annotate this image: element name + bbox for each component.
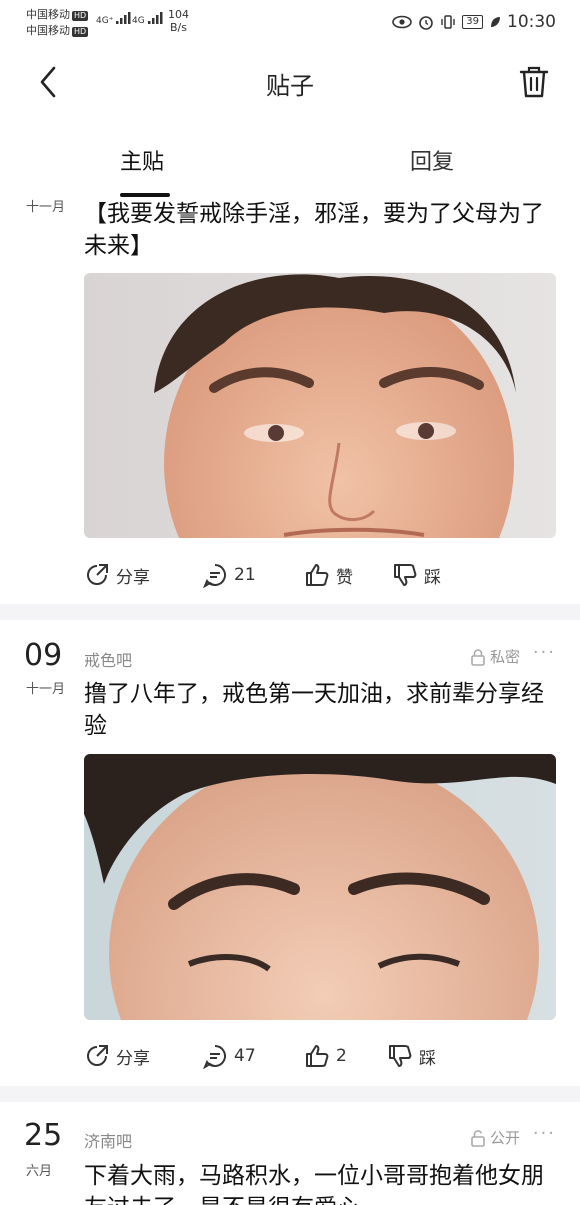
face-photo-image	[84, 754, 556, 1020]
comment-icon	[203, 564, 226, 588]
alarm-icon	[419, 16, 434, 30]
lock-icon	[471, 648, 485, 666]
eye-icon	[392, 15, 413, 29]
comment-count: 21	[234, 565, 256, 585]
comment-count: 47	[234, 1046, 256, 1066]
more-options-button[interactable]: ···	[533, 1123, 556, 1144]
signal-bars-icon	[116, 12, 131, 24]
share-label: 分享	[116, 567, 150, 588]
share-button[interactable]: 分享	[84, 562, 150, 588]
post-item[interactable]: 09 十一月 戒色吧 私密 ··· 撸了八年了，戒色第一天加油，求前辈分享经验 …	[0, 620, 580, 1090]
post-item[interactable]: 十一月 【我要发誓戒除手淫，邪淫，要为了父母为了未来】 分享 21 赞 踩	[0, 196, 580, 606]
face-photo-image	[84, 273, 556, 538]
dislike-label: 踩	[419, 1048, 436, 1069]
thumbs-down-icon	[389, 1045, 412, 1067]
dislike-label: 踩	[424, 567, 441, 588]
post-month: 十一月	[26, 200, 66, 215]
privacy-status[interactable]: 私密	[469, 646, 520, 667]
signal-bars-icon	[147, 12, 163, 24]
tab-reply[interactable]: 回复	[410, 144, 454, 176]
like-button[interactable]: 赞	[304, 562, 353, 588]
signal-2-icon: 4G	[132, 12, 164, 26]
carrier-2: 中国移动 HD	[26, 24, 89, 38]
post-title[interactable]: 下着大雨，马路积水，一位小哥哥抱着他女朋友过去了，是不是很有爱心	[84, 1160, 554, 1205]
hd-badge: HD	[72, 11, 89, 21]
privacy-status[interactable]: 公开	[469, 1127, 520, 1148]
vibrate-icon	[441, 15, 455, 29]
dislike-button[interactable]: 踩	[392, 562, 441, 588]
post-actions: 分享 21 赞 踩	[84, 562, 556, 592]
share-button[interactable]: 分享	[84, 1043, 150, 1069]
privacy-label: 私密	[489, 648, 520, 666]
network-speed: 104 B/s	[168, 8, 189, 34]
title-bar: 贴子	[0, 50, 580, 114]
thumbs-up-icon	[306, 1045, 329, 1067]
unlock-icon	[471, 1129, 485, 1147]
share-icon	[87, 564, 108, 585]
clock: 10:30	[507, 12, 556, 32]
comment-button[interactable]: 47	[202, 1043, 256, 1069]
leaf-icon	[491, 17, 500, 27]
share-icon	[87, 1045, 108, 1066]
tab-main-post[interactable]: 主贴	[120, 144, 164, 176]
comment-icon	[203, 1045, 226, 1069]
status-right: 39 10:30	[392, 12, 556, 32]
divider	[0, 1086, 580, 1102]
post-photo[interactable]	[84, 273, 556, 538]
post-photo[interactable]	[84, 754, 556, 1020]
post-item[interactable]: 25 六月 济南吧 公开 ··· 下着大雨，马路积水，一位小哥哥抱着他女朋友过去…	[0, 1102, 580, 1205]
carrier-1: 中国移动 HD	[26, 8, 89, 22]
signal-1-icon: 4G⁺	[96, 12, 132, 26]
dislike-button[interactable]: 踩	[387, 1043, 436, 1069]
divider	[0, 604, 580, 620]
post-day: 09	[24, 638, 63, 673]
tab-bar: 主贴 回复	[0, 140, 580, 197]
status-bar: 中国移动 HD 中国移动 HD 4G⁺ 4G 104 B/s 39 10:30	[0, 0, 580, 44]
post-title[interactable]: 【我要发誓戒除手淫，邪淫，要为了父母为了未来】	[84, 198, 554, 262]
comment-button[interactable]: 21	[202, 562, 256, 588]
post-month: 十一月	[26, 682, 66, 697]
battery-indicator: 39	[462, 15, 483, 29]
like-button[interactable]: 2	[304, 1043, 347, 1069]
post-day: 25	[24, 1118, 63, 1153]
forum-name[interactable]: 济南吧	[84, 1128, 132, 1152]
trash-icon[interactable]	[518, 64, 550, 100]
hd-badge: HD	[72, 27, 89, 37]
like-label: 赞	[336, 567, 353, 588]
page-title: 贴子	[266, 72, 314, 100]
speed-unit: B/s	[170, 21, 187, 34]
privacy-label: 公开	[489, 1129, 520, 1147]
post-title[interactable]: 撸了八年了，戒色第一天加油，求前辈分享经验	[84, 678, 554, 742]
post-month: 六月	[26, 1164, 53, 1179]
carrier-1-label: 中国移动	[26, 8, 70, 21]
network-type-2: 4G	[132, 16, 145, 26]
network-type-1: 4G⁺	[96, 16, 114, 26]
more-options-button[interactable]: ···	[533, 642, 556, 663]
thumbs-down-icon	[394, 564, 417, 586]
thumbs-up-icon	[306, 564, 329, 586]
post-actions: 分享 47 2 踩	[84, 1043, 556, 1073]
speed-value: 104	[168, 8, 189, 21]
carrier-2-label: 中国移动	[26, 24, 70, 37]
like-count: 2	[336, 1046, 347, 1066]
share-label: 分享	[116, 1048, 150, 1069]
forum-name[interactable]: 戒色吧	[84, 647, 132, 671]
